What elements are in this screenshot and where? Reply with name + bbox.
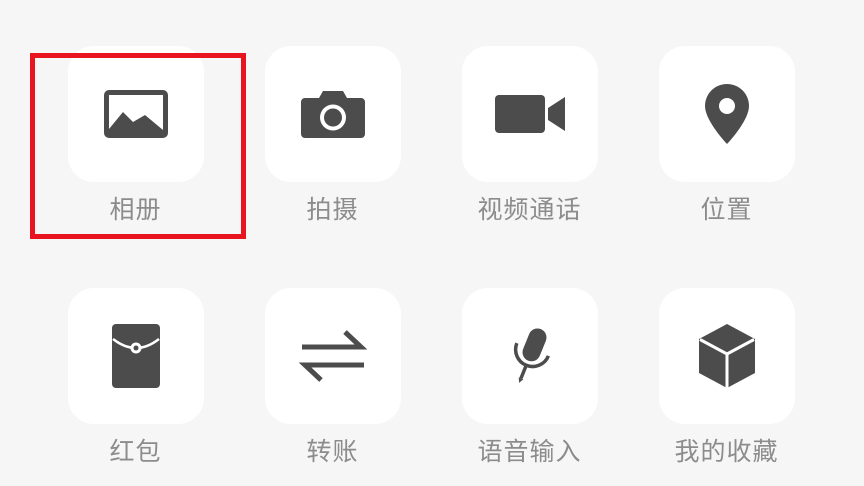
red-packet-tile[interactable]: [67, 288, 204, 424]
camera-tile[interactable]: [264, 46, 401, 182]
panel-item-transfer[interactable]: 转账: [234, 288, 431, 467]
panel-item-red-packet[interactable]: 红包: [37, 288, 234, 467]
video-call-tile[interactable]: [461, 46, 598, 182]
photo-icon: [103, 90, 168, 138]
panel-item-voice-input[interactable]: 语音输入: [431, 288, 628, 467]
location-pin-icon: [704, 84, 749, 144]
panel-item-location[interactable]: 位置: [628, 46, 825, 225]
album-tile[interactable]: [67, 46, 204, 182]
voice-input-label: 语音输入: [477, 438, 582, 466]
favorites-tile[interactable]: [658, 288, 795, 424]
attachment-panel: 相册 拍摄 视频通话 位置 红包 转账 语音输入 我的收藏: [37, 46, 825, 467]
voice-input-tile[interactable]: [461, 288, 598, 424]
transfer-tile[interactable]: [264, 288, 401, 424]
favorites-label: 我的收藏: [674, 438, 779, 466]
panel-item-favorites[interactable]: 我的收藏: [628, 288, 825, 467]
microphone-icon: [505, 325, 555, 387]
red-packet-label: 红包: [109, 438, 162, 466]
red-packet-icon: [111, 324, 160, 388]
transfer-icon: [298, 329, 367, 383]
video-camera-icon: [494, 94, 565, 134]
location-label: 位置: [700, 196, 753, 224]
panel-item-video-call[interactable]: 视频通话: [431, 46, 628, 225]
panel-item-album[interactable]: 相册: [37, 46, 234, 225]
camera-icon: [300, 90, 365, 138]
album-label: 相册: [109, 196, 162, 224]
location-tile[interactable]: [658, 46, 795, 182]
panel-item-camera[interactable]: 拍摄: [234, 46, 431, 225]
favorites-cube-icon: [698, 323, 756, 389]
camera-label: 拍摄: [306, 196, 359, 224]
transfer-label: 转账: [306, 438, 359, 466]
video-call-label: 视频通话: [477, 196, 582, 224]
